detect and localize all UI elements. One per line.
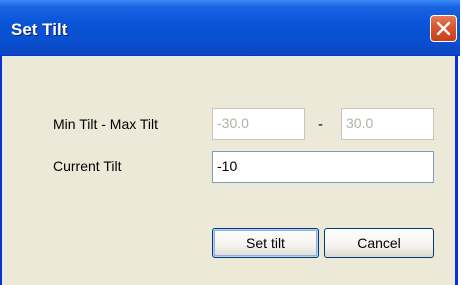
set-tilt-dialog: Set Tilt Min Tilt - Max Tilt -30.0 - 30.… bbox=[0, 0, 460, 285]
title-bar: Set Tilt bbox=[0, 0, 460, 56]
range-separator: - bbox=[318, 116, 323, 133]
min-tilt-field: -30.0 bbox=[212, 108, 305, 140]
cancel-button[interactable]: Cancel bbox=[324, 228, 434, 258]
current-tilt-input[interactable]: -10 bbox=[212, 151, 434, 183]
window-title: Set Tilt bbox=[11, 20, 68, 39]
set-tilt-button[interactable]: Set tilt bbox=[212, 228, 319, 258]
close-icon bbox=[436, 21, 451, 36]
range-label: Min Tilt - Max Tilt bbox=[53, 116, 159, 132]
current-tilt-label: Current Tilt bbox=[53, 158, 122, 174]
close-button[interactable] bbox=[430, 15, 457, 42]
max-tilt-field: 30.0 bbox=[341, 108, 434, 140]
